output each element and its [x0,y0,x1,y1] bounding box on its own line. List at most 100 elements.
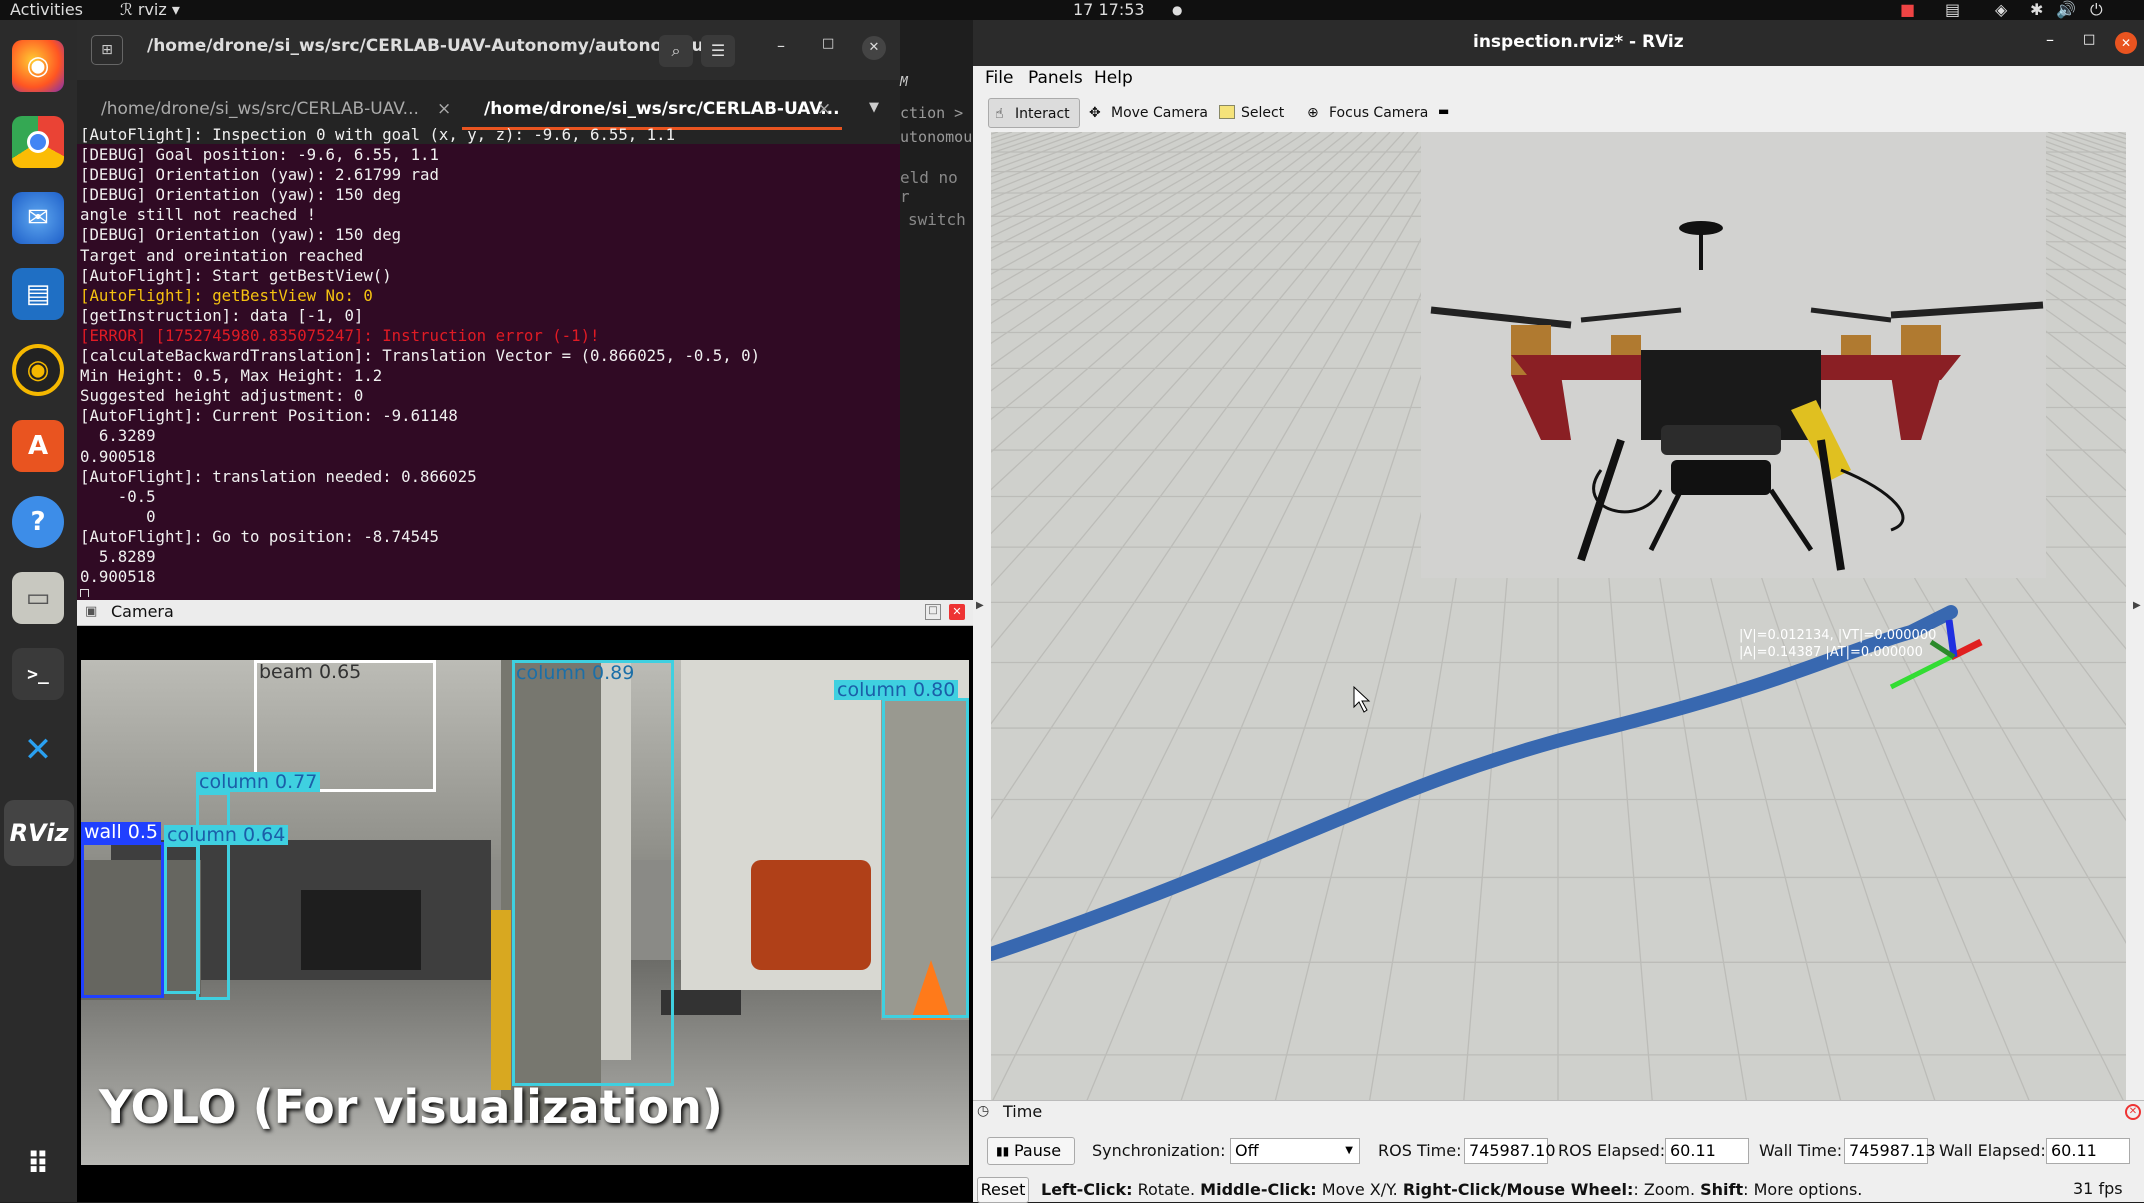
rhythmbox-icon[interactable]: ◉ [12,344,64,396]
detection-label-beam: beam 0.65 [259,661,362,683]
terminal-line: [DEBUG] Goal position: -9.6, 6.55, 1.1 [80,145,439,165]
app-menu[interactable]: ℛ rviz ▾ [120,0,180,20]
panel-close-icon[interactable]: ✕ [2125,1104,2141,1120]
help-right-text: : Zoom. [1633,1180,1701,1199]
help-right-key: Right-Click/Mouse Wheel: [1402,1180,1634,1199]
help-shift-key: Shift [1700,1180,1744,1199]
camera-panel-header: ▣ Camera □ ✕ [77,600,973,626]
writer-icon[interactable]: ▤ [12,268,64,320]
tab-dropdown-icon[interactable]: ▼ [869,100,879,115]
menu-file[interactable]: File [985,68,1013,88]
app-grid-icon[interactable]: ⠿ [12,1138,64,1190]
right-panel-collapse-icon[interactable]: ▶ [2133,600,2141,611]
camera-panel: ▣ Camera □ ✕ beam 0.65 column 0.89 colum… [77,600,973,1202]
wall-elapsed-field[interactable]: 60.11 [2046,1138,2130,1164]
maximize-icon[interactable]: □ [2083,32,2095,47]
screen-record-icon[interactable]: ■ [1900,0,1915,20]
system-top-bar: Activities ℛ rviz ▾ 17 17:53 ● ■ ▤ ◈ ✱ 🔊… [0,0,2144,20]
tab-close-icon[interactable]: × [437,90,451,128]
left-panel-collapse-icon[interactable]: ▶ [976,600,984,611]
new-tab-button[interactable]: ⊞ [91,35,123,65]
terminal-line: 5.8289 [80,546,156,566]
minimize-icon[interactable]: – [777,36,785,55]
vscode-icon[interactable]: ✕ [12,724,64,776]
menu-panels[interactable]: Panels [1028,68,1083,88]
firefox-icon[interactable]: ◉ [12,40,64,92]
wall-elapsed-label: Wall Elapsed: [1939,1141,2046,1160]
bluetooth-icon[interactable]: ✱ [2030,0,2043,20]
pause-button[interactable]: ▮▮ Pause [987,1137,1075,1165]
help-icon[interactable]: ? [12,496,64,548]
terminal-line: [DEBUG] Orientation (yaw): 150 deg [80,225,402,245]
terminal-line: [getInstruction]: data [-1, 0] [80,305,364,325]
tool-focus-camera[interactable]: ⊕ Focus Camera [1303,98,1428,128]
tool-label: Select [1241,105,1285,121]
search-icon[interactable]: ⌕ [659,35,693,67]
ros-elapsed-field[interactable]: 60.11 [1665,1138,1749,1164]
rviz-titlebar: inspection.rviz* - RViz – □ ✕ [973,20,2144,66]
terminal-line: [AutoFlight]: Start getBestView() [80,265,392,285]
tool-label: Interact [1015,106,1070,122]
chevron-down-icon: ▼ [1345,1145,1353,1156]
help-mid-key: Middle-Click: [1200,1180,1317,1199]
tool-interact[interactable]: ☝ Interact [988,98,1080,128]
3d-view[interactable]: |V|=0.012134, |VT|=0.000000 |A|=0.14387 … [991,132,2126,1110]
fps-counter: 31 fps [2073,1179,2123,1198]
help-mid-text: Move X/Y. [1316,1180,1403,1199]
files-icon[interactable]: ▭ [12,572,64,624]
drone-model-image [1421,132,2046,578]
minimize-icon[interactable]: – [2046,30,2054,49]
terminal-tab-1[interactable]: /home/drone/si_ws/src/CERLAB-UAV... × [87,90,457,128]
tool-select[interactable]: Select [1215,98,1284,128]
time-label: 17:53 [1098,0,1145,19]
rviz-title: inspection.rviz* - RViz [1473,32,1684,52]
acceleration-text: |A|=0.14387 |AT|=0.000000 [1739,645,1923,660]
maximize-icon[interactable]: □ [822,36,834,51]
activities-button[interactable]: Activities [10,0,83,20]
editor-line-2: ction > [900,104,964,122]
chrome-icon[interactable] [12,116,64,168]
panel-close-icon[interactable]: ✕ [949,604,965,620]
toolbar-more-icon[interactable]: ▬ [1438,104,1449,118]
menu-help[interactable]: Help [1094,68,1133,88]
wall-time-field[interactable]: 745987.13 [1844,1138,1936,1164]
rviz-menubar: File Panels Help [973,66,2144,92]
reset-button[interactable]: Reset [977,1177,1029,1203]
velocity-text: |V|=0.012134, |VT|=0.000000 [1739,628,1937,643]
thunderbird-icon[interactable]: ✉ [12,192,64,244]
sync-label: Synchronization: [1092,1141,1226,1160]
close-icon[interactable]: ✕ [862,36,886,60]
tab-label: /home/drone/si_ws/src/CERLAB-UAV... [101,99,419,119]
volume-icon[interactable]: 🔊 [2056,0,2076,20]
editor-window-strip: M ction > utonomou eld no r switch [900,20,973,600]
terminal-titlebar: ⊞ /home/drone/si_ws/src/CERLAB-UAV-Auton… [77,20,900,80]
sync-select[interactable]: Off ▼ [1230,1138,1360,1164]
indicator-icon[interactable]: ▤ [1945,0,1960,20]
terminal-line: [AutoFlight]: Go to position: -8.74545 [80,526,439,546]
detection-box-column-1 [512,660,674,1086]
tab-close-icon[interactable]: × [817,90,831,128]
undock-icon[interactable]: □ [925,604,941,620]
sync-value: Off [1235,1141,1259,1160]
terminal-line: [AutoFlight]: Inspection 0 with goal (x,… [80,125,676,144]
tool-move-camera[interactable]: ✥ Move Camera [1085,98,1208,128]
clock[interactable]: 17 17:53 [1073,0,1145,20]
power-icon[interactable]: ⏻ [2090,0,2103,20]
rviz-toolbar: ☝ Interact ✥ Move Camera Select ⊕ Focus … [973,92,2144,132]
app-menu-label: rviz [137,0,167,19]
date-label: 17 [1073,0,1094,19]
editor-line-1: M [900,75,908,90]
terminal-line: 0.900518 [80,446,156,466]
editor-line-3: utonomou [900,128,973,146]
terminal-output[interactable]: [AutoFlight]: Inspection 0 with goal (x,… [80,125,900,597]
network-icon[interactable]: ◈ [1995,0,2007,20]
close-icon[interactable]: ✕ [2115,32,2137,54]
terminal-icon[interactable]: >_ [12,648,64,700]
ros-time-field[interactable]: 745987.10 [1464,1138,1556,1164]
rviz-dock-icon[interactable]: RViz [4,800,74,866]
hamburger-menu-icon[interactable]: ☰ [701,35,735,67]
terminal-line: 0.900518 [80,567,156,587]
terminal-tab-2[interactable]: /home/drone/si_ws/src/CERLAB-UAV... × [462,90,842,130]
time-panel-title: Time [1003,1102,1043,1121]
software-center-icon[interactable]: A [12,420,64,472]
